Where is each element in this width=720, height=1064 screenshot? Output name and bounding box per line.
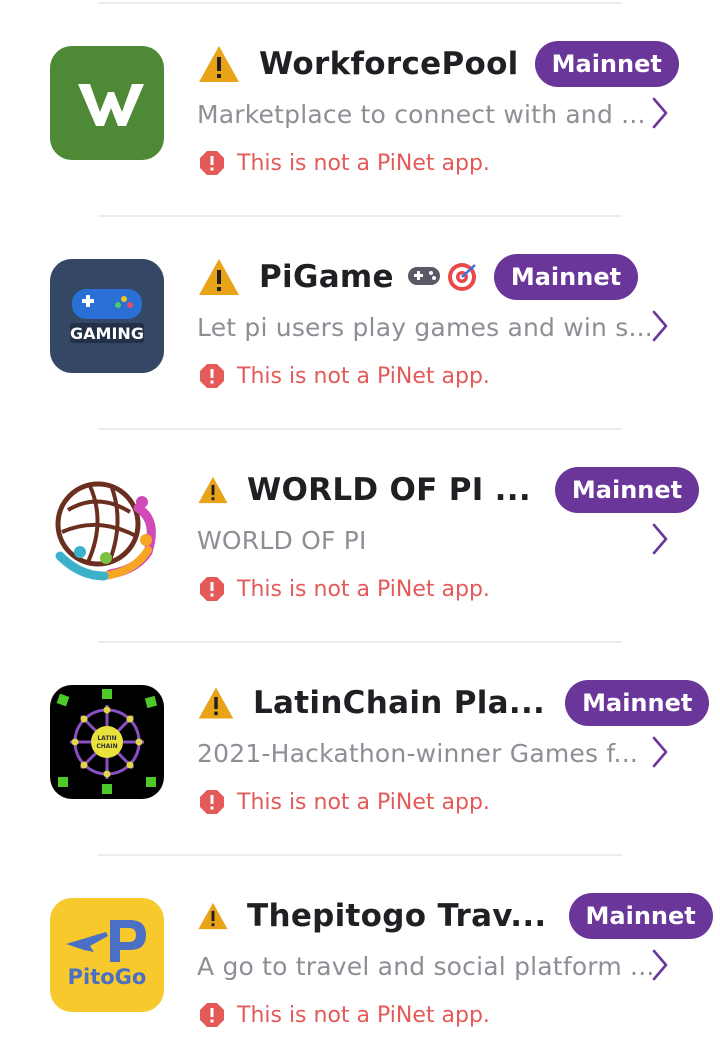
app-title-line: LatinChain Pla... Mainnet xyxy=(197,678,710,728)
app-description: Marketplace to connect with and ... xyxy=(197,100,646,129)
error-octagon-icon xyxy=(199,1002,225,1028)
app-description: Let pi users play games and win s... xyxy=(197,313,653,342)
app-title: WORLD OF PI ... xyxy=(247,472,531,508)
app-description: 2021-Hackathon-winner Games f... xyxy=(197,739,638,768)
mainnet-badge: Mainnet xyxy=(554,467,700,513)
app-list-item[interactable]: PitoGo Thepitogo Trav... Mainnet A go to… xyxy=(0,852,720,1064)
app-list-item[interactable]: LATIN CHAIN LatinChain Pla... Mainnet 20… xyxy=(0,639,720,851)
mainnet-badge: Mainnet xyxy=(493,254,639,300)
game-controller-icon xyxy=(407,267,440,285)
title-emoji xyxy=(406,261,478,293)
gaming-app-icon: GAMING xyxy=(50,259,164,373)
not-pinet-notice: This is not a PiNet app. xyxy=(199,150,490,176)
app-title: Thepitogo Trav... xyxy=(247,898,547,934)
chevron-right-icon[interactable] xyxy=(650,735,670,773)
notice-text: This is not a PiNet app. xyxy=(237,789,490,815)
mainnet-badge: Mainnet xyxy=(534,41,679,87)
notice-text: This is not a PiNet app. xyxy=(237,1002,490,1028)
chevron-right-icon[interactable] xyxy=(650,522,670,560)
app-list-item[interactable]: WORLD OF PI ... Mainnet WORLD OF PI This… xyxy=(0,426,720,638)
error-octagon-icon xyxy=(199,789,225,815)
app-description: A go to travel and social platform ... xyxy=(197,952,655,981)
workforcepool-app-icon xyxy=(50,46,164,160)
svg-text:CHAIN: CHAIN xyxy=(96,743,117,750)
warning-icon xyxy=(197,257,241,297)
world-of-pi-app-icon xyxy=(50,472,164,586)
app-title: LatinChain Pla... xyxy=(253,685,546,721)
app-description: WORLD OF PI xyxy=(197,526,367,555)
error-octagon-icon xyxy=(199,363,225,389)
icon-caption: GAMING xyxy=(70,324,144,343)
chevron-right-icon[interactable] xyxy=(650,309,670,347)
app-title-line: Thepitogo Trav... Mainnet xyxy=(197,891,713,941)
error-octagon-icon xyxy=(199,150,225,176)
icon-caption: PitoGo xyxy=(68,965,147,989)
latinchain-app-icon: LATIN CHAIN xyxy=(50,685,164,799)
pitogo-app-icon: PitoGo xyxy=(50,898,164,1012)
app-title: WorkforcePool xyxy=(259,46,519,82)
not-pinet-notice: This is not a PiNet app. xyxy=(199,1002,490,1028)
notice-text: This is not a PiNet app. xyxy=(237,363,490,389)
notice-text: This is not a PiNet app. xyxy=(237,576,490,602)
warning-icon xyxy=(197,475,229,505)
app-list-item[interactable]: WorkforcePool Mainnet Marketplace to con… xyxy=(0,0,720,212)
app-title-line: WorkforcePool Mainnet xyxy=(197,39,679,89)
app-list-item[interactable]: GAMING PiGame Mainnet Let pi users play … xyxy=(0,213,720,425)
app-title: PiGame xyxy=(259,259,394,295)
not-pinet-notice: This is not a PiNet app. xyxy=(199,363,490,389)
mainnet-badge: Mainnet xyxy=(565,680,710,726)
error-octagon-icon xyxy=(199,576,225,602)
chevron-right-icon[interactable] xyxy=(650,948,670,986)
svg-text:LATIN: LATIN xyxy=(97,735,116,742)
target-icon xyxy=(447,263,476,291)
mainnet-badge: Mainnet xyxy=(568,893,713,939)
not-pinet-notice: This is not a PiNet app. xyxy=(199,789,490,815)
warning-icon xyxy=(197,685,235,721)
app-title-line: PiGame Mainnet xyxy=(197,252,639,302)
app-title-line: WORLD OF PI ... Mainnet xyxy=(197,465,700,515)
notice-text: This is not a PiNet app. xyxy=(237,150,490,176)
chevron-right-icon[interactable] xyxy=(650,96,670,134)
warning-icon xyxy=(197,901,229,931)
not-pinet-notice: This is not a PiNet app. xyxy=(199,576,490,602)
warning-icon xyxy=(197,44,241,84)
